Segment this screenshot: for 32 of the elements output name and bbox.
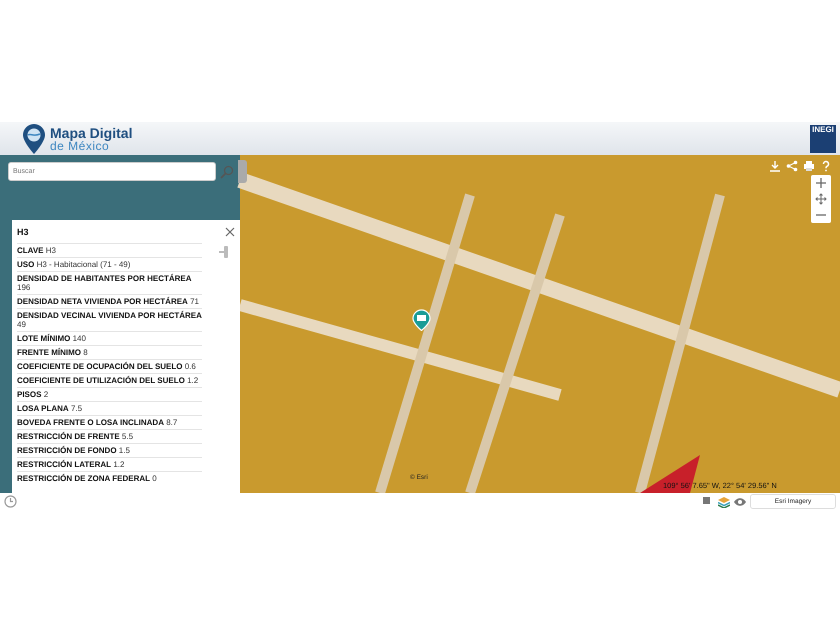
app-title: Mapa Digital <box>50 126 132 140</box>
attribute-row: DENSIDAD VECINAL VIVIENDA POR HECTÁREA 49 <box>17 308 202 331</box>
attribute-row: RESTRICCIÓN DE FONDO 1.5 <box>17 443 202 457</box>
attribute-row: CLAVE H3 <box>17 243 202 257</box>
help-icon[interactable] <box>820 160 832 172</box>
attribute-row: LOTE MÍNIMO 140 <box>17 331 202 345</box>
attribute-row: DENSIDAD NETA VIVIENDA POR HECTÁREA 71 <box>17 294 202 308</box>
attribute-row: DENSIDAD DE HABITANTES POR HECTÁREA 196 <box>17 271 202 294</box>
location-marker-icon[interactable] <box>412 309 431 331</box>
map-pin-logo-icon <box>22 122 46 154</box>
panel-title: H3 <box>17 227 29 237</box>
app-subtitle: de México <box>50 140 110 152</box>
close-icon[interactable] <box>225 227 235 237</box>
attribute-row: RESTRICCIÓN DE ZONA FEDERAL 0 <box>17 471 202 485</box>
attribute-row: LOSA PLANA 7.5 <box>17 401 202 415</box>
attribute-row: COEFICIENTE DE OCUPACIÓN DEL SUELO 0.6 <box>17 359 202 373</box>
agency-logo: INEGI <box>810 124 836 152</box>
layers-icon[interactable] <box>718 496 730 508</box>
eye-icon[interactable] <box>734 496 746 508</box>
attribute-row: RESTRICCIÓN LATERAL 1.2 <box>17 457 202 471</box>
attribute-row: USO H3 - Habitacional (71 - 49) <box>17 257 202 271</box>
attribute-row: BOVEDA FRENTE O LOSA INCLINADA 8.7 <box>17 415 202 429</box>
print-icon[interactable] <box>803 160 815 172</box>
panel-collapse-handle[interactable] <box>238 160 247 183</box>
attribute-row: COEFICIENTE DE UTILIZACIÓN DEL SUELO 1.2 <box>17 373 202 387</box>
pushpin-icon[interactable] <box>218 245 230 259</box>
clock-icon[interactable] <box>4 495 17 508</box>
attribute-row: PISOS 2 <box>17 387 202 401</box>
attribute-row: RESTRICCIÓN DE FRENTE 5.5 <box>17 429 202 443</box>
attribute-row: FRENTE MÍNIMO 8 <box>17 345 202 359</box>
share-icon[interactable] <box>786 160 798 172</box>
download-icon[interactable] <box>769 160 781 172</box>
